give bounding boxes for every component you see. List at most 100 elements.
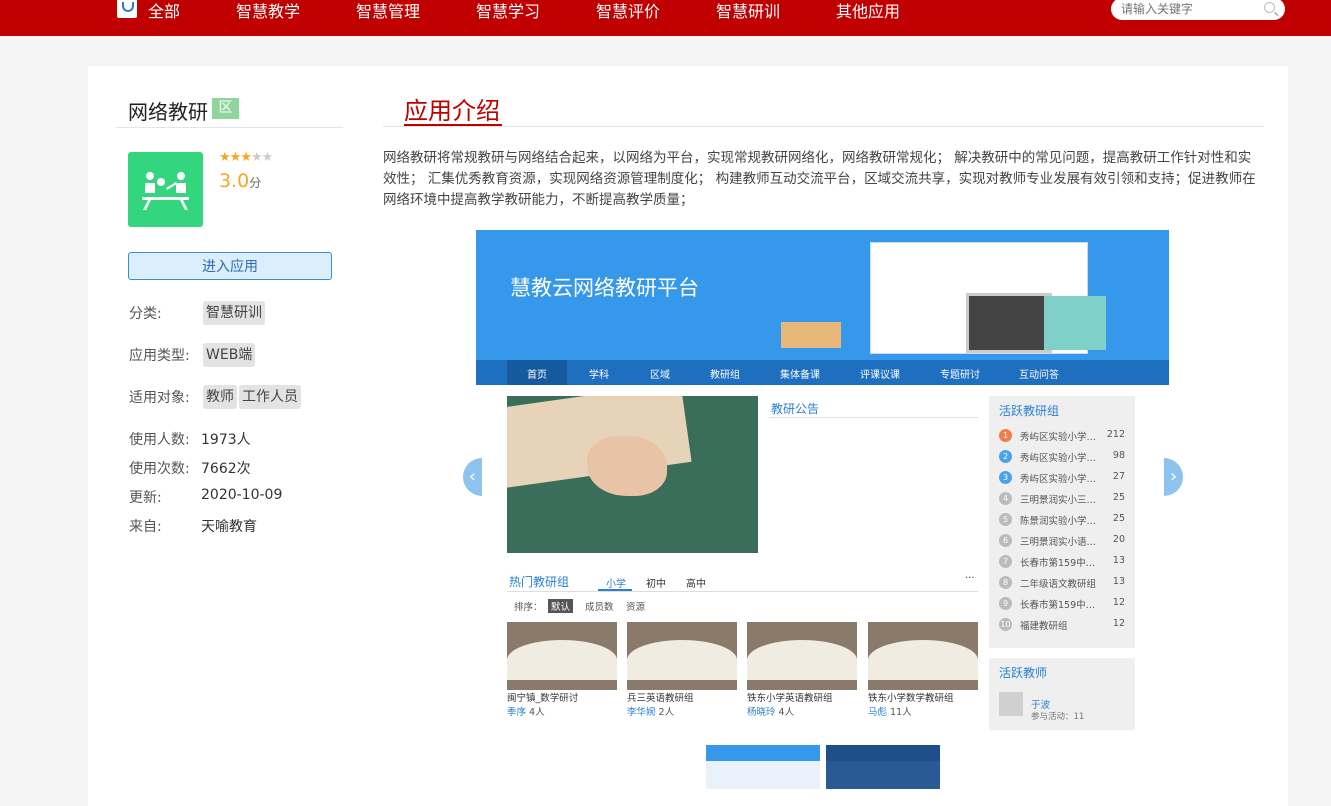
platform-title: 慧教云网络教研平台 <box>510 276 699 300</box>
sort-members: 成员数 <box>585 602 614 613</box>
divider <box>383 126 1264 127</box>
screenshot-thumbnail[interactable] <box>706 745 820 789</box>
group-name: 铁东小学数学教研组 <box>868 693 954 704</box>
nav-item-smart-learning[interactable]: 智慧学习 <box>476 0 540 22</box>
announcement-title: 教研公告 <box>771 402 820 416</box>
enter-app-button[interactable]: 进入应用 <box>128 252 332 280</box>
rating-stars: ★★★★★ <box>219 150 274 165</box>
search-box <box>1111 0 1285 20</box>
group-image <box>868 622 978 690</box>
group-meta: 马彪 11人 <box>868 707 912 718</box>
intro-title: 应用介绍 <box>404 97 500 125</box>
preview-nav-item: 专题研讨 <box>940 370 980 381</box>
teacher-name: 于波 <box>1031 700 1051 711</box>
audience-tag-teacher[interactable]: 教师 <box>203 385 237 409</box>
group-meta: 季序 4人 <box>507 707 545 718</box>
divider <box>769 417 978 418</box>
preview-banner: 慧教云网络教研平台 首页 学科 区域 教研组 集体备课 评课议课 专题研讨 互动… <box>476 230 1169 385</box>
list-item: 1 秀屿区实验小学语... 212 <box>999 429 1129 443</box>
star-icon: ★ <box>250 150 263 165</box>
group-meta: 李华婉 2人 <box>627 707 675 718</box>
preview-nav-item: 教研组 <box>710 370 740 381</box>
sort-resources: 资源 <box>626 602 646 613</box>
search-icon[interactable] <box>1264 2 1275 13</box>
group-name: 兵三英语教研组 <box>627 693 694 704</box>
book-illustration <box>868 640 978 680</box>
hot-tab-high: 高中 <box>686 579 706 590</box>
app-type-tag[interactable]: WEB端 <box>203 343 256 367</box>
nav-item-all[interactable]: 全部 <box>148 0 180 22</box>
audience-tag-staff[interactable]: 工作人员 <box>239 385 301 409</box>
updated-label: 更新: <box>129 490 162 506</box>
audience-label: 适用对象: <box>129 390 190 406</box>
books-illustration <box>781 322 841 348</box>
list-item: 10 福建教研组 12 <box>999 618 1125 632</box>
preview-nav-item: 首页 <box>527 370 547 381</box>
group-image <box>747 622 857 690</box>
list-item: 4 三明景润实小三年... 25 <box>999 492 1129 506</box>
more-icon: ··· <box>965 573 975 584</box>
search-input[interactable] <box>1121 0 1261 18</box>
app-icon <box>128 152 203 227</box>
group-image <box>507 622 617 690</box>
app-type-label: 应用类型: <box>129 348 190 364</box>
district-badge: 区 <box>212 98 239 119</box>
hot-tab-middle: 初中 <box>646 579 666 590</box>
logo-icon[interactable] <box>117 0 137 18</box>
nav-item-other-apps[interactable]: 其他应用 <box>836 0 900 22</box>
list-item: 2 秀屿区实验小学数... 98 <box>999 450 1129 464</box>
divider <box>116 127 343 128</box>
book-illustration <box>507 640 617 680</box>
sort-default: 默认 <box>548 599 574 613</box>
preview-nav: 首页 学科 区域 教研组 集体备课 评课议课 专题研讨 互动问答 <box>476 360 1169 385</box>
star-icon: ★ <box>219 150 231 165</box>
carousel-photo <box>507 396 758 553</box>
book-illustration <box>747 640 857 680</box>
app-name: 网络教研 <box>128 100 208 124</box>
teacher-activity: 参与活动：11 <box>1031 712 1085 722</box>
nav-item-smart-training[interactable]: 智慧研训 <box>716 0 780 22</box>
group-meta: 杨晓玲 4人 <box>747 707 795 718</box>
list-item: 5 陈景润实验小学英... 25 <box>999 513 1129 527</box>
category-label: 分类: <box>129 306 162 322</box>
star-icon: ★ <box>261 150 274 165</box>
list-item: 6 三明景润实小语文... 20 <box>999 534 1129 548</box>
avatar <box>999 692 1023 716</box>
list-item: 7 长春市第159中学... 13 <box>999 555 1129 569</box>
preview-nav-item: 评课议课 <box>860 370 900 381</box>
list-item: 8 二年级语文教研组 13 <box>999 576 1129 590</box>
intro-description: 网络教研将常规教研与网络结合起来，以网络为平台，实现常规教研网络化，网络教研常规… <box>383 150 1256 208</box>
rating-score: 3.0分 <box>219 170 262 192</box>
books-illustration <box>1044 296 1106 350</box>
list-item: 9 长春市第159中学... 12 <box>999 597 1129 611</box>
users-value: 1973人 <box>201 432 251 448</box>
sort-label: 排序： <box>514 602 543 613</box>
preview-nav-item: 区域 <box>650 370 670 381</box>
divider <box>507 591 978 592</box>
book-illustration <box>627 640 737 680</box>
group-image <box>627 622 737 690</box>
updated-value: 2020-10-09 <box>201 487 283 503</box>
source-label: 来自: <box>129 519 162 535</box>
photo-detail <box>587 436 667 496</box>
active-groups-title: 活跃教研组 <box>999 404 1060 418</box>
star-icon: ★ <box>240 150 252 165</box>
uses-label: 使用次数: <box>129 461 190 477</box>
screenshot-thumbnail[interactable] <box>826 745 940 789</box>
list-item: 3 秀屿区实验小学综... 27 <box>999 471 1129 485</box>
meeting-icon <box>142 172 189 210</box>
nav-item-smart-management[interactable]: 智慧管理 <box>356 0 420 22</box>
uses-value: 7662次 <box>201 461 251 477</box>
group-name: 闽宁镇_数学研讨 <box>507 693 579 704</box>
hot-groups-title: 热门教研组 <box>509 575 570 589</box>
laptop-illustration <box>966 293 1052 353</box>
nav-item-smart-teaching[interactable]: 智慧教学 <box>236 0 300 22</box>
preview-nav-item: 互动问答 <box>1019 370 1059 381</box>
group-name: 铁东小学英语教研组 <box>747 693 833 704</box>
users-label: 使用人数: <box>129 432 190 448</box>
preview-nav-item: 学科 <box>589 370 609 381</box>
category-tag[interactable]: 智慧研训 <box>203 301 265 325</box>
source-value: 天喻教育 <box>201 519 257 535</box>
nav-item-smart-evaluation[interactable]: 智慧评价 <box>596 0 660 22</box>
hot-tab-primary: 小学 <box>606 579 626 590</box>
